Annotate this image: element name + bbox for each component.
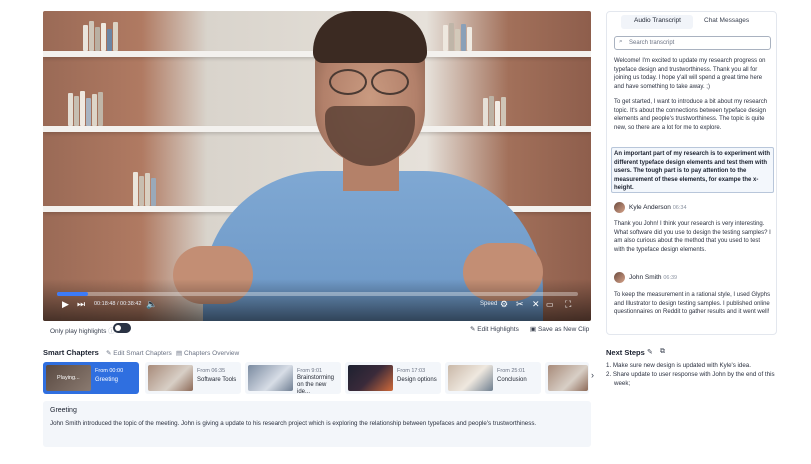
speed-button[interactable]: Speed (480, 301, 497, 307)
search-input[interactable]: ⌕ Search transcript (614, 36, 771, 50)
video-player[interactable] (43, 11, 591, 321)
chapter-title: Design options (397, 377, 437, 383)
video-time: 00:18:48 / 00:38:42 (94, 301, 142, 307)
pencil-icon: ✎ (470, 326, 476, 333)
chapters-overview-label: Chapters Overview (183, 350, 240, 357)
avatar (614, 272, 625, 283)
time-total: 00:38:42 (120, 301, 142, 307)
books (83, 21, 118, 51)
chapter-from: From 06:35 (197, 368, 226, 374)
books (68, 91, 103, 126)
transcript-paragraph: To get started, I want to introduce a bi… (614, 99, 768, 131)
chapter-title: Conclusion (497, 377, 527, 383)
speaker-time: 06:39 (663, 275, 678, 281)
edit-highlights-button[interactable]: ✎ Edit Highlights (470, 325, 519, 333)
summary-text: John Smith introduced the topic of the m… (50, 420, 537, 427)
books (443, 23, 472, 51)
speaker-time: 06:34 (672, 205, 687, 211)
tab-chat-messages[interactable]: Chat Messages (704, 17, 749, 24)
chapter-thumbnail (448, 365, 493, 391)
books (483, 96, 506, 126)
highlights-label: Only play highlights ⓘ (50, 325, 115, 335)
edit-chapters-label: Edit Smart Chapters (113, 350, 172, 357)
next-steps-item: 1. Make sure new design is updated with … (606, 362, 751, 369)
chapter-thumbnail (348, 365, 393, 391)
highlights-toggle[interactable] (113, 323, 131, 333)
chapter-card[interactable]: From 17:03 Design options (345, 362, 441, 394)
chapter-from: From 17:03 (397, 368, 426, 374)
books (133, 171, 156, 206)
chapter-from: From 9:01 (297, 368, 323, 374)
play-icon[interactable]: ▶ (62, 299, 69, 309)
cut-icon[interactable]: ✂ (516, 299, 524, 309)
chapter-card[interactable]: From 9:01 Brainstorming on the new ide..… (245, 362, 341, 394)
volume-icon[interactable]: 🔈 (146, 299, 157, 309)
person-glasses (325, 69, 413, 95)
list-icon: ▤ (176, 350, 183, 357)
next-icon[interactable]: ⏭ (77, 299, 85, 309)
playing-label: Playing... (57, 375, 80, 381)
audio-settings-icon[interactable]: ⚙ (500, 299, 508, 309)
time-current: 00:18:48 (94, 301, 116, 307)
speaker-row: Kyle Anderson 06:34 (629, 204, 687, 211)
chevron-right-icon[interactable]: › (591, 370, 594, 380)
chapter-thumbnail (548, 365, 588, 391)
search-icon: ⌕ (619, 38, 623, 45)
tab-audio-transcript[interactable]: Audio Transcript (634, 17, 681, 24)
chapter-from: From 25:01 (497, 368, 526, 374)
transcript-paragraph-highlighted: An important part of my research is to e… (614, 151, 771, 191)
speaker-row: John Smith 06:39 (629, 274, 677, 281)
chapter-from: From 00:00 (95, 368, 124, 374)
transcript-paragraph: Welcome! I'm excited to update my resear… (614, 58, 766, 90)
save-clip-label: Save as New Clip (537, 326, 590, 333)
fullscreen-icon[interactable]: ⛶ (565, 299, 571, 309)
avatar (614, 202, 625, 213)
chapters-overview-button[interactable]: ▤ Chapters Overview (176, 349, 239, 357)
edit-chapters-button[interactable]: ✎ Edit Smart Chapters (106, 349, 172, 357)
captions-icon[interactable]: ▭ (546, 300, 554, 310)
chapter-title: Software Tools (197, 377, 237, 383)
transcript-paragraph: Thank you John! I think your research is… (614, 221, 771, 253)
chapters-heading: Smart Chapters (43, 348, 99, 357)
edit-highlights-label: Edit Highlights (477, 326, 519, 333)
next-steps-item: 2. Share update to user response with Jo… (606, 371, 775, 387)
video-progress-fill (57, 292, 89, 296)
video-controls (43, 279, 591, 321)
chapter-thumbnail (148, 365, 193, 391)
person-hair (313, 11, 427, 63)
transcript-paragraph: To keep the measurement in a rational st… (614, 292, 771, 315)
summary-title: Greeting (50, 407, 77, 414)
pencil-icon: ✎ (106, 350, 112, 357)
no-captions-icon[interactable]: ✕ (532, 299, 540, 309)
copy-icon[interactable]: ⧉ (660, 348, 665, 356)
transcript-panel: Audio Transcript Chat Messages ⌕ Search … (606, 11, 777, 335)
speaker-name: John Smith (629, 274, 662, 281)
search-placeholder: Search transcript (629, 40, 675, 46)
chapter-card[interactable]: Playing... From 00:00 Greeting (43, 362, 139, 394)
video-progress-bar[interactable] (57, 292, 578, 296)
highlights-text: Only play highlights (50, 328, 107, 335)
chapter-title: Brainstorming on the new ide... (297, 375, 335, 394)
chapter-card[interactable] (545, 362, 589, 394)
save-clip-button[interactable]: ▣ Save as New Clip (530, 325, 589, 333)
pencil-icon[interactable]: ✎ (647, 348, 653, 356)
chapter-title: Greeting (95, 377, 119, 383)
chapter-summary: Greeting John Smith introduced the topic… (43, 401, 591, 447)
chapter-thumbnail (248, 365, 293, 391)
speaker-name: Kyle Anderson (629, 204, 671, 211)
chapter-card[interactable]: From 06:35 Software Tools (145, 362, 241, 394)
next-steps-heading: Next Steps (606, 348, 645, 357)
chapter-card[interactable]: From 25:01 Conclusion (445, 362, 541, 394)
save-icon: ▣ (530, 326, 537, 333)
